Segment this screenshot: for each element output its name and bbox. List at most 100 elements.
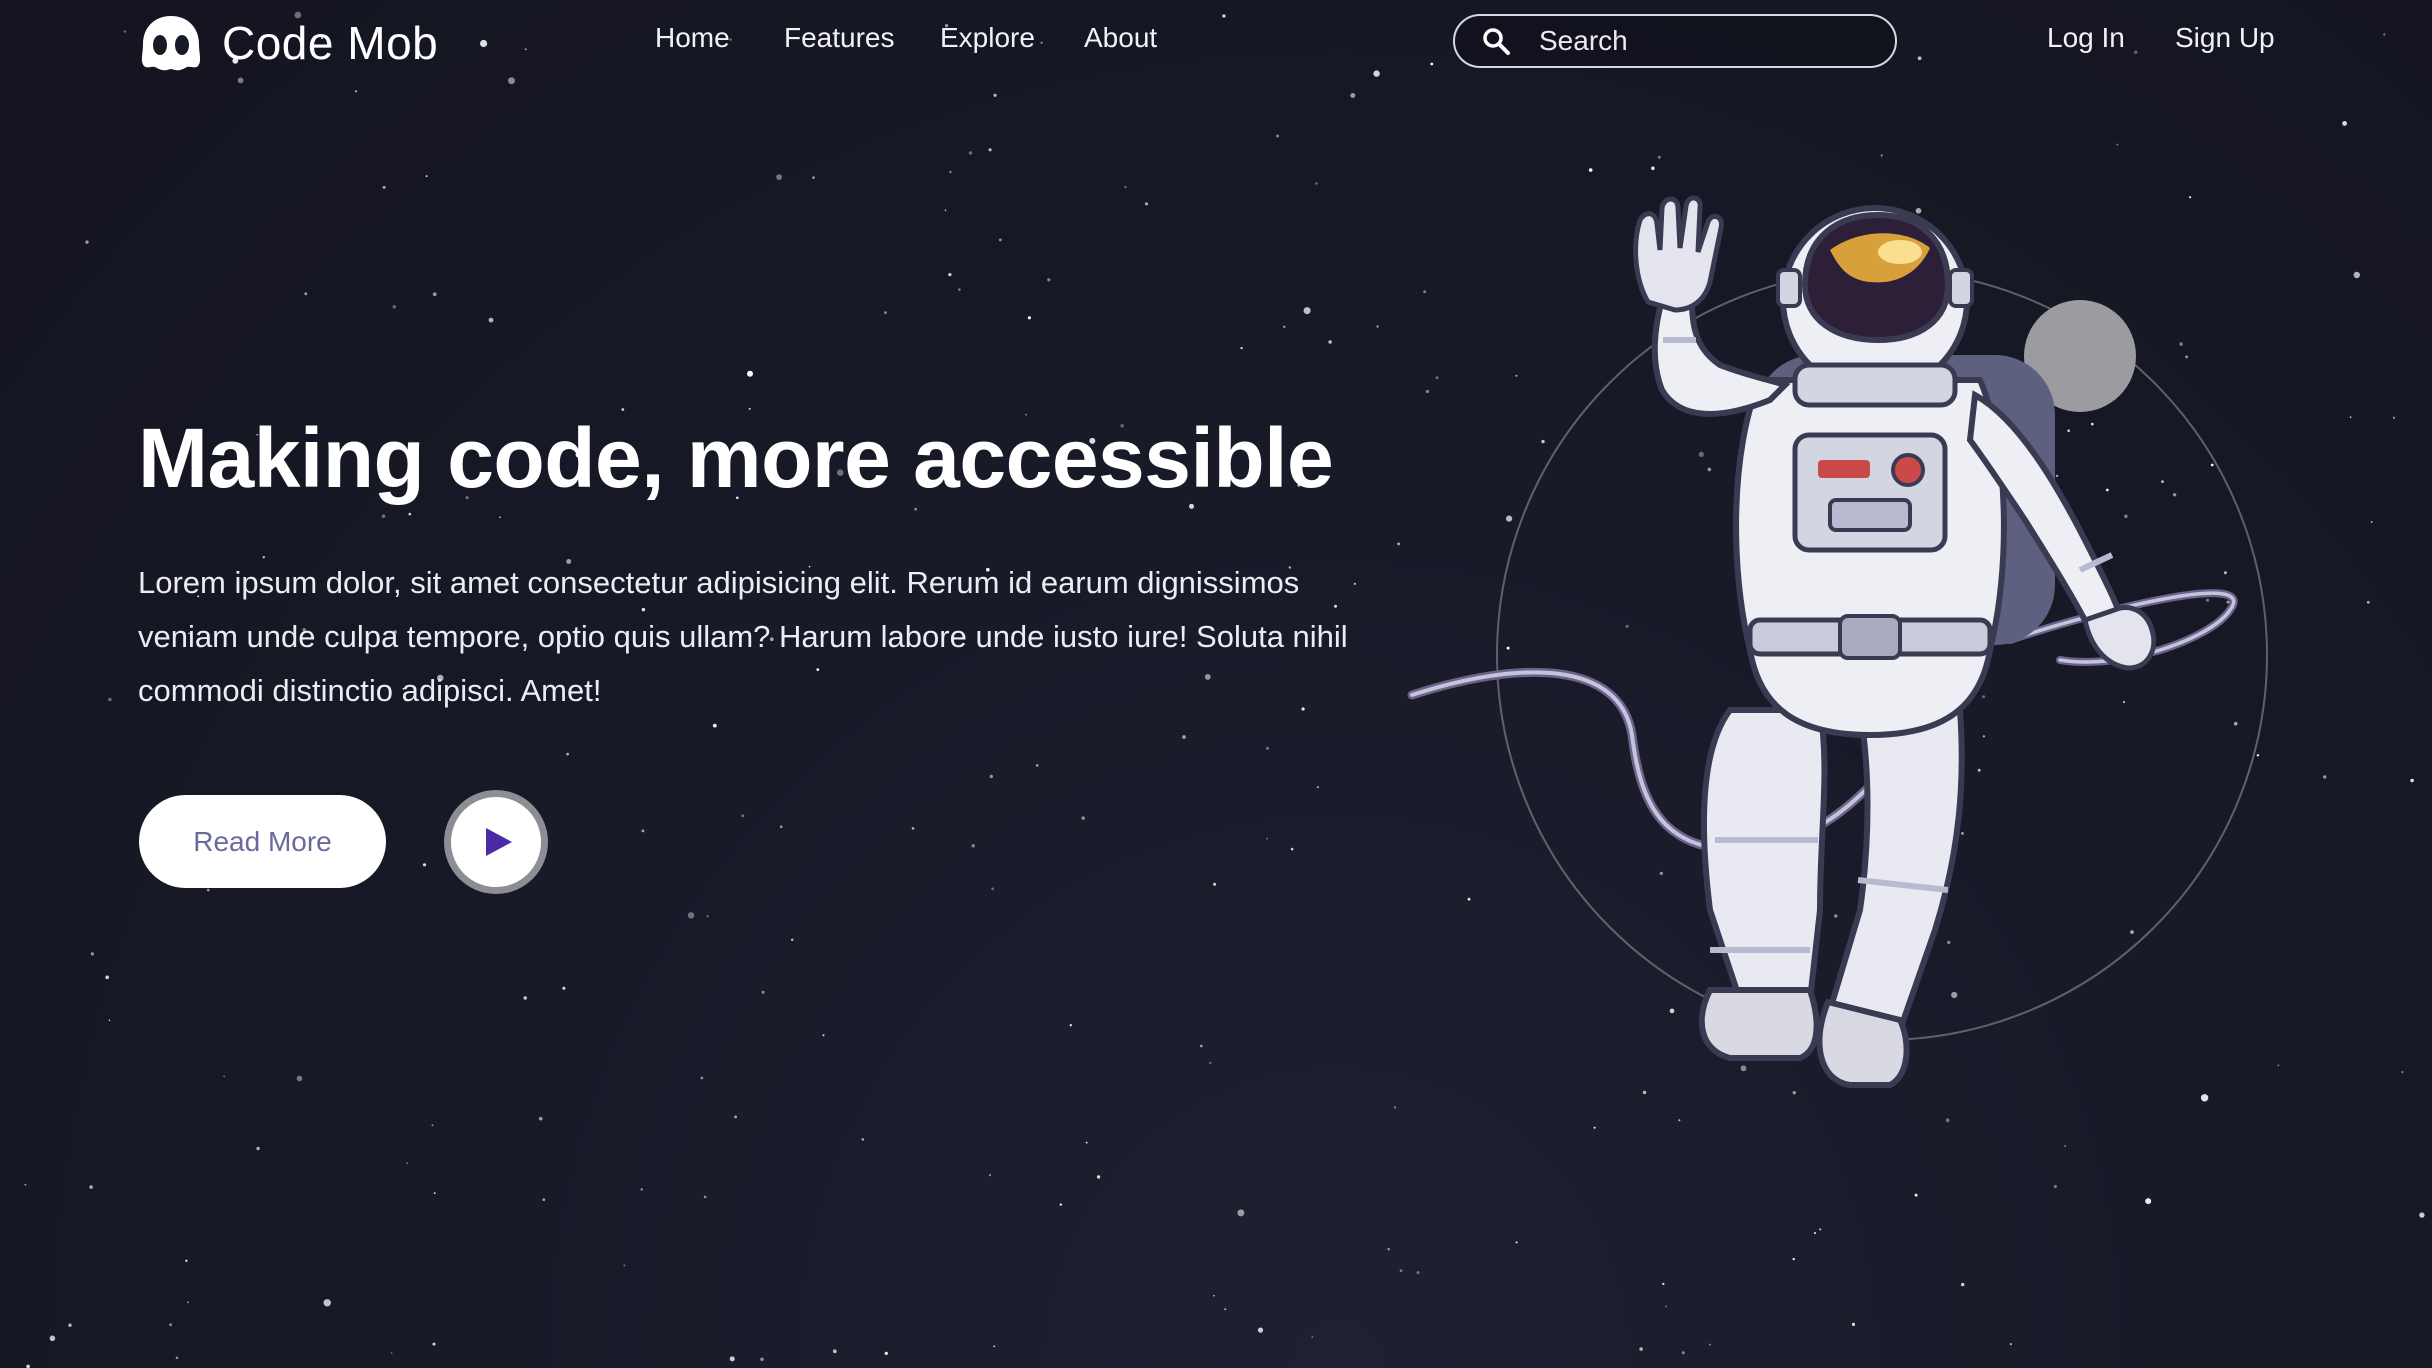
star [390, 1352, 393, 1354]
nav-item-features[interactable]: Features [784, 22, 895, 54]
star [422, 863, 427, 867]
star [1240, 346, 1243, 350]
star [49, 1335, 56, 1342]
star [1081, 816, 1085, 820]
star [1047, 278, 1051, 282]
star [425, 175, 428, 178]
star [1880, 154, 1883, 157]
star [2419, 1212, 2425, 1218]
star [1917, 56, 1922, 61]
star [949, 170, 952, 174]
star [1651, 166, 1655, 171]
star [1213, 1294, 1215, 1297]
star [1665, 1305, 1668, 1308]
star [1276, 134, 1280, 138]
star [1387, 1247, 1390, 1251]
star [175, 1356, 179, 1360]
login-link[interactable]: Log In [2047, 22, 2125, 54]
star [1819, 1228, 1822, 1231]
star [640, 1188, 643, 1191]
star [2392, 416, 2396, 419]
star [914, 507, 918, 511]
star [1430, 62, 1434, 66]
star [1657, 155, 1661, 159]
star [1069, 1023, 1073, 1027]
nav-item-about[interactable]: About [1084, 22, 1157, 54]
star [1515, 1241, 1518, 1244]
star [958, 288, 961, 291]
star [1681, 1351, 1685, 1355]
star [1213, 882, 1217, 886]
star [488, 317, 494, 323]
star [304, 292, 308, 296]
star [1085, 1141, 1088, 1144]
star [861, 1138, 865, 1141]
star [1059, 1203, 1063, 1206]
search-input[interactable] [1537, 24, 1881, 58]
star [1399, 1269, 1403, 1272]
star [2145, 1198, 2152, 1205]
star [1266, 837, 1269, 840]
signup-link[interactable]: Sign Up [2175, 22, 2275, 54]
star [2342, 121, 2348, 126]
star [641, 829, 645, 833]
star [988, 1174, 992, 1177]
star [884, 1351, 888, 1355]
star [734, 1115, 737, 1119]
hero-description: Lorem ipsum dolor, sit amet consectetur … [138, 565, 1348, 708]
search-bar[interactable] [1453, 14, 1897, 68]
star [2401, 1071, 2404, 1074]
star [2349, 416, 2352, 419]
star [1266, 747, 1269, 750]
read-more-button[interactable]: Read More [139, 795, 386, 888]
star [791, 938, 794, 941]
star [381, 514, 386, 518]
star [706, 915, 709, 918]
star [2053, 1184, 2057, 1189]
star [1303, 307, 1311, 315]
star [747, 370, 753, 377]
star [1257, 1327, 1264, 1333]
star [1222, 14, 1226, 18]
star [1311, 1336, 1314, 1338]
star [1145, 202, 1148, 206]
star [169, 1323, 173, 1327]
star [1224, 1308, 1227, 1311]
star [499, 516, 501, 519]
star [2366, 600, 2370, 604]
star [712, 723, 717, 728]
star [993, 93, 997, 97]
star [187, 1301, 190, 1304]
ghost-logo-icon [141, 16, 201, 71]
star [480, 39, 488, 48]
star [24, 1183, 27, 1186]
star [355, 90, 358, 93]
brand-logo-link[interactable]: Code Mob [138, 12, 438, 74]
star [392, 305, 396, 309]
star [105, 975, 109, 980]
hero-title: Making code, more accessible [138, 411, 1334, 505]
nav-item-explore[interactable]: Explore [940, 22, 1035, 54]
star [108, 697, 112, 702]
star [944, 209, 947, 212]
star [884, 311, 887, 314]
star [2353, 271, 2360, 279]
star [256, 1146, 260, 1151]
star [703, 1195, 707, 1199]
search-icon [1483, 28, 1510, 55]
play-video-button[interactable] [444, 790, 548, 894]
star [761, 990, 765, 994]
star [1316, 786, 1319, 789]
star [1290, 847, 1294, 851]
star [822, 1034, 825, 1037]
star [406, 1162, 409, 1165]
nav-item-home[interactable]: Home [655, 22, 730, 54]
star [989, 774, 993, 779]
star [812, 176, 815, 180]
star [1096, 1175, 1101, 1179]
star [508, 77, 515, 85]
star [1593, 1126, 1596, 1129]
star [729, 1356, 735, 1362]
star [1961, 1282, 1965, 1287]
star [296, 1075, 303, 1082]
